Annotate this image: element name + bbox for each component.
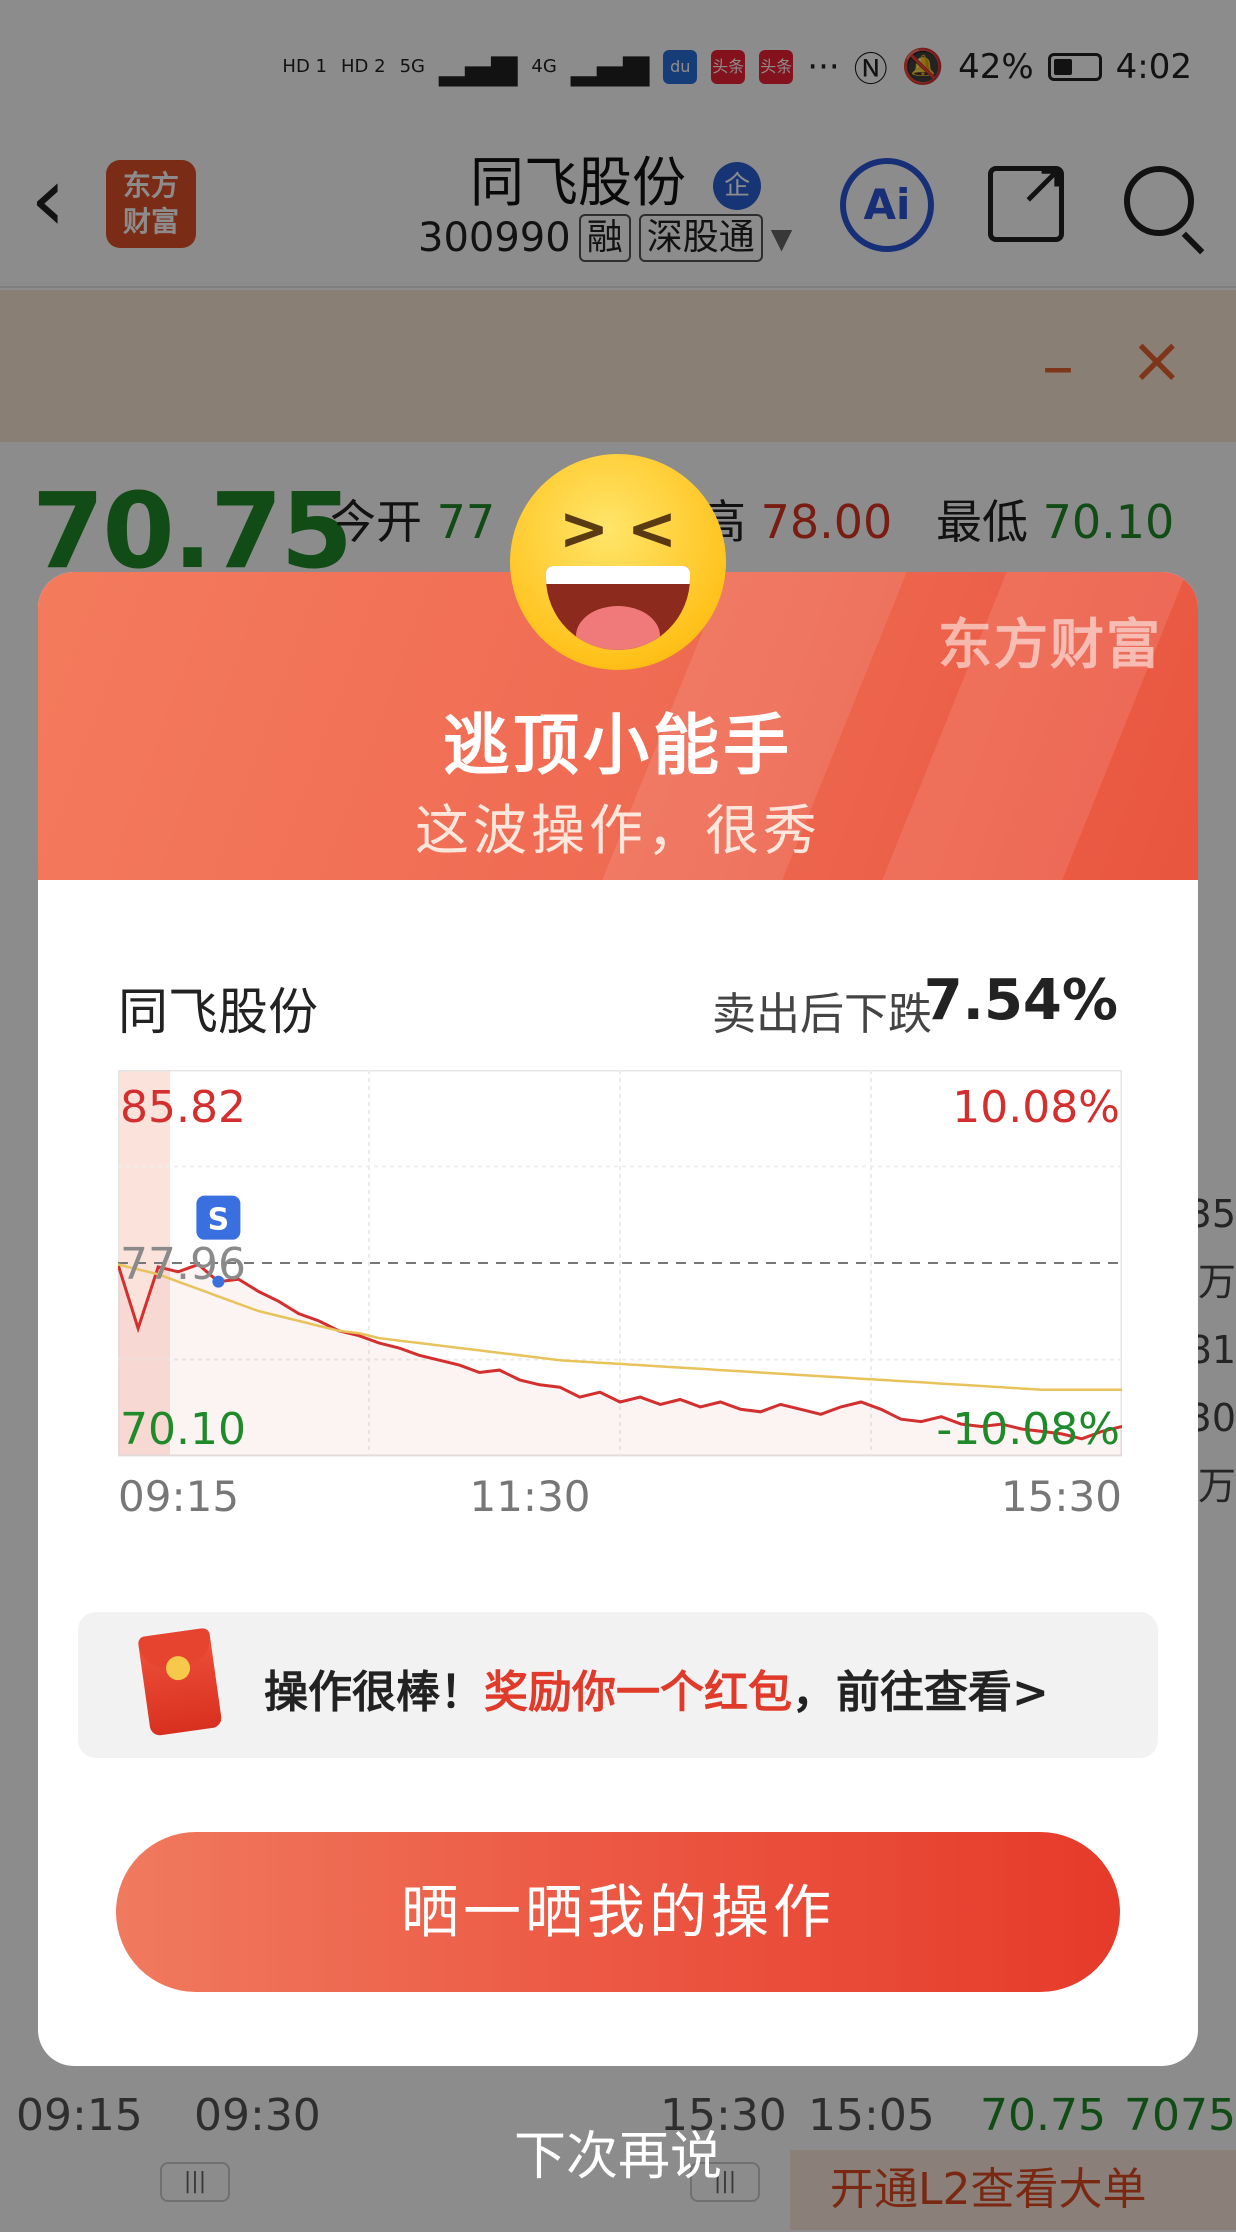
modal-subtitle: 这波操作，很秀 — [415, 799, 821, 862]
x-tick-label: 09:15 — [118, 1472, 240, 1521]
pct-min-label: -10.08% — [936, 1404, 1120, 1455]
x-tick-label: 15:30 — [1000, 1472, 1122, 1521]
sell-marker-label: S — [208, 1203, 230, 1238]
intraday-chart: S 85.82 10.08% 77.96 70.10 -10.08% 09:15 11:30… — [118, 1070, 1122, 1521]
laughing-face-icon: > < — [510, 454, 726, 670]
open-mouth — [546, 566, 690, 650]
drop-after-sell-label: 卖出后下跌 — [712, 989, 932, 1040]
squint-eye-left: > — [558, 494, 610, 564]
share-operation-button[interactable]: 晒一晒我的操作 — [116, 1832, 1120, 1992]
reward-banner[interactable]: 操作很棒！奖励你一个红包，前往查看> — [78, 1612, 1158, 1758]
chart-svg: S 85.82 10.08% 77.96 70.10 -10.08% — [118, 1070, 1122, 1457]
result-stock-name: 同飞股份 — [118, 983, 318, 1041]
y-min-label: 70.10 — [120, 1404, 246, 1455]
result-row: 同飞股份 卖出后下跌 7.54% — [118, 968, 1118, 1048]
brand-watermark: 东方财富 — [938, 613, 1162, 676]
modal-title: 逃顶小能手 — [443, 707, 793, 784]
achievement-modal: 东方财富 逃顶小能手 这波操作，很秀 同飞股份 卖出后下跌 7.54% S 85.… — [38, 572, 1198, 2066]
x-tick-label: 11:30 — [469, 1472, 591, 1521]
squint-eye-right: < — [626, 494, 678, 564]
maybe-later-link[interactable]: 下次再说 — [0, 2114, 1236, 2189]
y-max-label: 85.82 — [120, 1082, 246, 1133]
drop-after-sell-value: 7.54% — [923, 968, 1118, 1033]
reward-prefix: 操作很棒！ — [264, 1667, 484, 1718]
reward-text: 操作很棒！奖励你一个红包，前往查看> — [264, 1656, 1049, 1720]
pct-max-label: 10.08% — [952, 1082, 1120, 1133]
y-reference-label: 77.96 — [120, 1239, 246, 1290]
teeth — [546, 566, 690, 584]
tongue — [576, 606, 660, 650]
reward-highlight: 奖励你一个红包 — [484, 1667, 792, 1718]
red-envelope-icon — [137, 1627, 223, 1737]
reward-suffix: ，前往查看> — [792, 1667, 1049, 1718]
